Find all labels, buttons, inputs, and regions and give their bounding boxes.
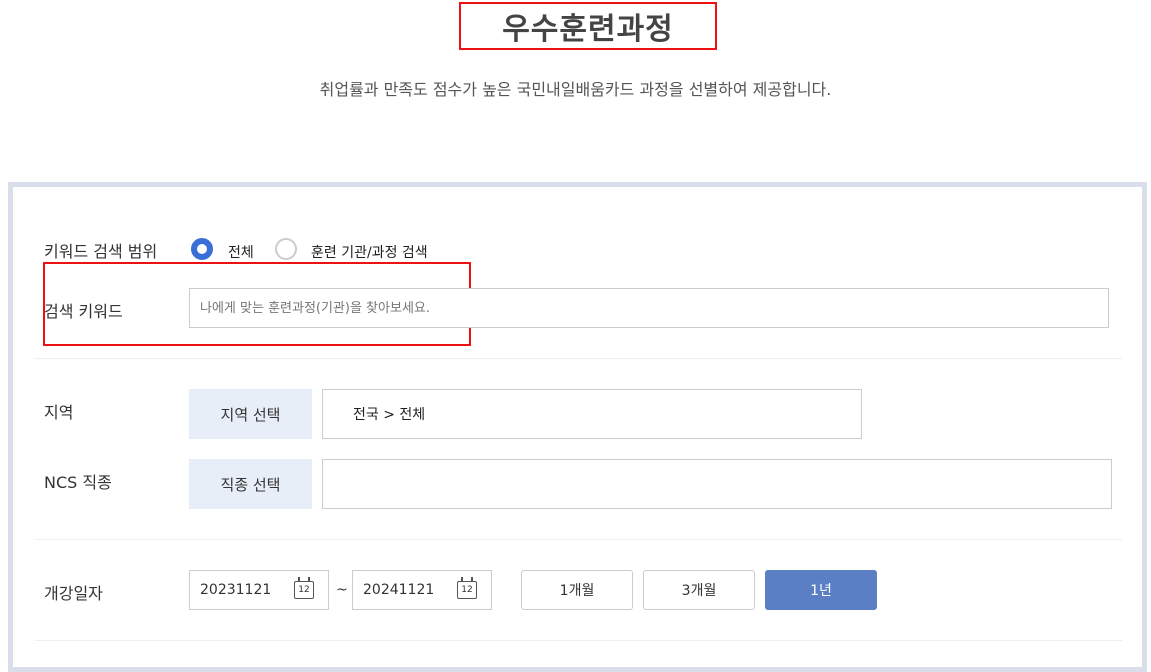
end-date-value: 20241121 xyxy=(363,582,435,598)
page-title: 우수훈련과정 xyxy=(502,12,674,47)
calendar-icon[interactable]: 12 xyxy=(294,577,314,599)
divider xyxy=(35,539,1122,540)
radio-all[interactable] xyxy=(191,238,213,260)
calendar-icon[interactable]: 12 xyxy=(457,577,477,599)
period-3month-button[interactable]: 3개월 xyxy=(643,570,755,610)
radio-institution[interactable] xyxy=(275,238,297,260)
keyword-label: 검색 키워드 xyxy=(44,302,123,321)
scope-label: 키워드 검색 범위 xyxy=(44,242,158,261)
period-1year-button[interactable]: 1년 xyxy=(765,570,877,610)
ncs-label: NCS 직종 xyxy=(44,473,112,492)
region-label: 지역 xyxy=(44,403,74,422)
period-1month-button[interactable]: 1개월 xyxy=(521,570,633,610)
page-subtitle: 취업률과 만족도 점수가 높은 국민내일배움카드 과정을 선별하여 제공합니다. xyxy=(319,80,832,99)
ncs-value xyxy=(322,459,1112,509)
keyword-input[interactable] xyxy=(189,288,1109,328)
divider xyxy=(35,358,1122,359)
radio-all-label[interactable]: 전체 xyxy=(228,242,254,262)
date-separator: ~ xyxy=(336,582,348,598)
divider xyxy=(35,640,1122,641)
radio-institution-label[interactable]: 훈련 기관/과정 검색 xyxy=(311,242,428,262)
date-label: 개강일자 xyxy=(44,584,103,603)
region-select-button[interactable]: 지역 선택 xyxy=(189,389,312,439)
ncs-select-button[interactable]: 직종 선택 xyxy=(189,459,312,509)
region-value: 전국 > 전체 xyxy=(322,389,862,439)
start-date-value: 20231121 xyxy=(200,582,272,598)
page-title-highlight: 우수훈련과정 xyxy=(459,2,717,50)
